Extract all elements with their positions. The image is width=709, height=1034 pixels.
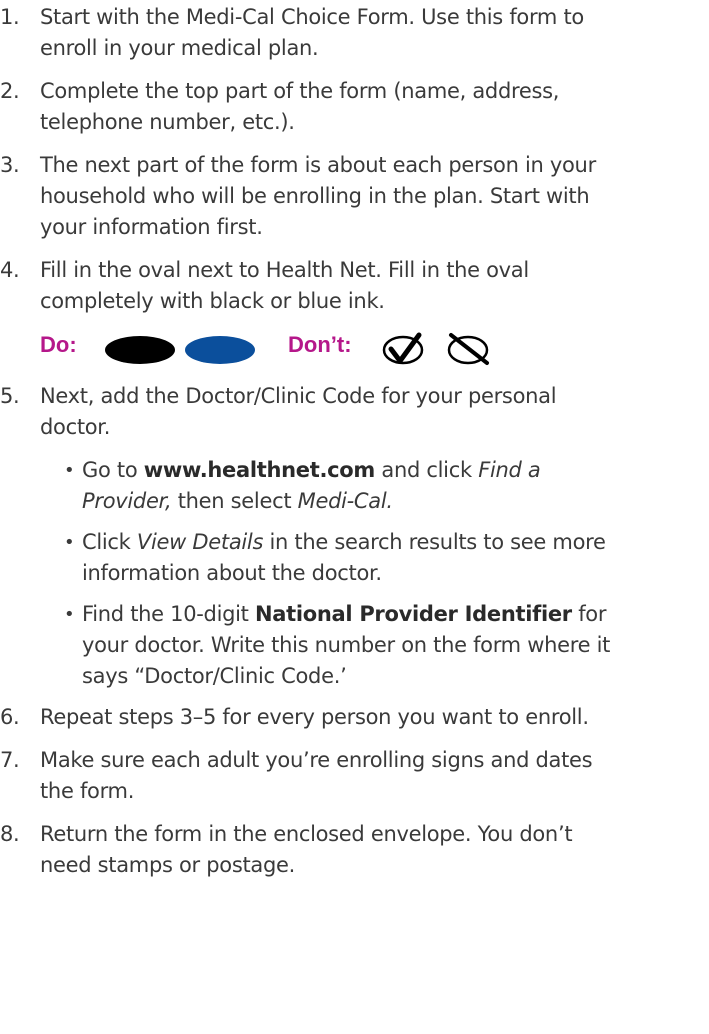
step-number: 2. bbox=[0, 79, 20, 103]
step-text-line: enroll in your medical plan. bbox=[40, 36, 319, 60]
step-text-line: Repeat steps 3–5 for every person you wa… bbox=[40, 705, 589, 729]
bullet-text: your doctor. Write this number on the fo… bbox=[82, 633, 611, 657]
step-text-line: Return the form in the enclosed envelope… bbox=[40, 822, 573, 846]
bullet-text: information about the doctor. bbox=[82, 561, 382, 585]
step-text-line: doctor. bbox=[40, 415, 111, 439]
bullet-text: Click bbox=[82, 530, 137, 554]
dont-label: Don’t: bbox=[288, 332, 352, 357]
step-text-line: your information first. bbox=[40, 215, 263, 239]
bullet-text: in the search results to see more bbox=[263, 530, 606, 554]
bullet-icon: • bbox=[64, 460, 75, 481]
checkmark-oval-icon bbox=[382, 332, 424, 365]
step-number: 7. bbox=[0, 748, 20, 772]
oval-fill-examples: Do: Don’t: bbox=[40, 329, 640, 369]
step-text-line: Make sure each adult you’re enrolling si… bbox=[40, 748, 593, 772]
step-number: 1. bbox=[0, 5, 20, 29]
do-label: Do: bbox=[40, 332, 77, 357]
bullet-text: Find the 10-digit bbox=[82, 602, 255, 626]
blue-filled-oval-icon bbox=[185, 336, 255, 364]
step-text-line: The next part of the form is about each … bbox=[40, 153, 596, 177]
find-provider-text: Provider, bbox=[82, 489, 172, 513]
bullet-icon: • bbox=[64, 532, 75, 553]
step-text-line: Fill in the oval next to Health Net. Fil… bbox=[40, 258, 529, 282]
medi-cal-text: Medi-Cal. bbox=[297, 489, 393, 513]
website-link-text: www.healthnet.com bbox=[143, 458, 376, 482]
bullet-text: says “Doctor/Clinic Code.’ bbox=[82, 664, 347, 688]
step-text-line: completely with black or blue ink. bbox=[40, 289, 385, 313]
find-provider-text: Find a bbox=[478, 458, 541, 482]
step-number: 4. bbox=[0, 258, 20, 282]
bullet-text: then select bbox=[171, 489, 298, 513]
step-number: 3. bbox=[0, 153, 20, 177]
npi-text: National Provider Identifier bbox=[254, 602, 572, 626]
view-details-text: View Details bbox=[136, 530, 264, 554]
bullet-text: Go to bbox=[82, 458, 144, 482]
step-text-line: telephone number, etc.). bbox=[40, 110, 295, 134]
step-number: 6. bbox=[0, 705, 20, 729]
step-text-line: Next, add the Doctor/Clinic Code for you… bbox=[40, 384, 557, 408]
step-number: 5. bbox=[0, 384, 20, 408]
crossed-oval-icon bbox=[447, 333, 489, 365]
bullet-text: for bbox=[571, 602, 607, 626]
step-text-line: Complete the top part of the form (name,… bbox=[40, 79, 560, 103]
bullet-icon: • bbox=[64, 604, 75, 625]
step-text-line: household who will be enrolling in the p… bbox=[40, 184, 590, 208]
instructions-page: 1. Start with the Medi-Cal Choice Form. … bbox=[0, 0, 709, 1034]
black-filled-oval-icon bbox=[105, 336, 175, 364]
step-text-line: the form. bbox=[40, 779, 135, 803]
correct-ovals bbox=[105, 336, 255, 364]
step-text-line: need stamps or postage. bbox=[40, 853, 296, 877]
step-text-line: Start with the Medi-Cal Choice Form. Use… bbox=[40, 5, 584, 29]
step-number: 8. bbox=[0, 822, 20, 846]
incorrect-ovals bbox=[382, 332, 489, 365]
bullet-text: and click bbox=[375, 458, 479, 482]
